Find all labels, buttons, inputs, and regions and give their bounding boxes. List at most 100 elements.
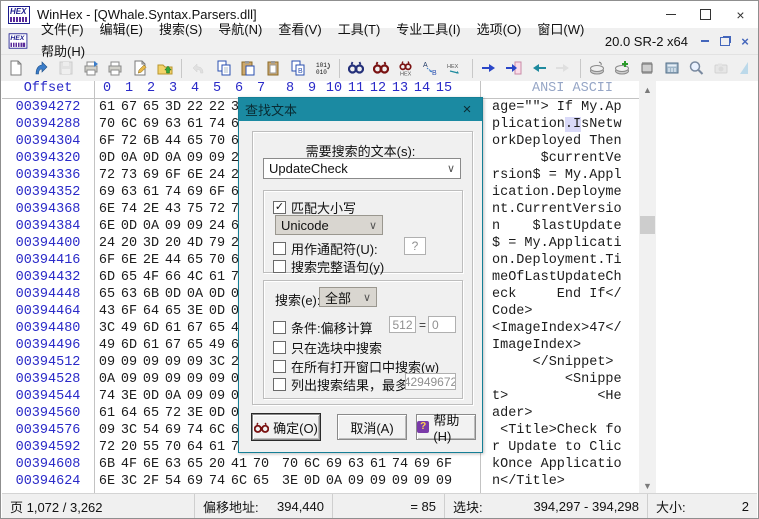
hex-byte[interactable]: 6E: [96, 473, 118, 490]
hex-byte[interactable]: 24: [96, 235, 118, 252]
hex-byte[interactable]: 65: [118, 269, 140, 286]
hex-byte[interactable]: 74: [184, 422, 206, 439]
hex-byte[interactable]: 09: [162, 371, 184, 388]
goto-page-icon[interactable]: [502, 56, 527, 81]
hex-ascii-text[interactable]: <Snippe: [492, 371, 622, 388]
maximize-button[interactable]: [688, 1, 723, 28]
vertical-scrollbar[interactable]: ▲ ▼: [639, 81, 656, 494]
backup-icon[interactable]: [153, 56, 178, 81]
hex-byte[interactable]: 09: [206, 388, 228, 405]
clone-disk-icon[interactable]: [610, 56, 635, 81]
hex-byte[interactable]: 79: [206, 235, 228, 252]
hex-byte[interactable]: 69: [140, 167, 162, 184]
hex-byte[interactable]: 6D: [118, 337, 140, 354]
hex-byte[interactable]: 44: [162, 252, 184, 269]
hex-byte[interactable]: 6D: [96, 269, 118, 286]
hex-byte[interactable]: 75: [184, 201, 206, 218]
binary-icon[interactable]: 101010: [310, 56, 335, 81]
ok-button[interactable]: 确定(O): [252, 414, 320, 440]
hex-byte[interactable]: 69: [184, 473, 206, 490]
hex-byte[interactable]: 6F: [96, 252, 118, 269]
hex-byte[interactable]: 3E: [184, 405, 206, 422]
hex-byte[interactable]: 63: [118, 184, 140, 201]
hex-ascii-text[interactable]: plication.IsNetw: [492, 116, 622, 133]
hex-ascii-text[interactable]: $currentVe: [492, 150, 622, 167]
hex-ascii-text[interactable]: kOnce Applicatio: [492, 456, 622, 473]
hex-byte[interactable]: 70: [250, 456, 272, 473]
hex-byte[interactable]: 63: [162, 116, 184, 133]
hex-ascii-text[interactable]: eck End If</: [492, 286, 622, 303]
hex-byte[interactable]: 0D: [118, 218, 140, 235]
hex-byte[interactable]: 6F: [206, 184, 228, 201]
hex-byte[interactable]: 73: [118, 167, 140, 184]
hex-byte[interactable]: 6F: [162, 167, 184, 184]
checkbox-unchecked-icon[interactable]: [273, 378, 286, 391]
hex-byte[interactable]: 69: [323, 456, 345, 473]
hex-byte[interactable]: 0A: [323, 473, 345, 490]
find-hex-icon[interactable]: HEX: [393, 56, 418, 81]
hex-byte[interactable]: 72: [118, 133, 140, 150]
hex-byte[interactable]: 0D: [301, 473, 323, 490]
hex-byte[interactable]: 55: [140, 439, 162, 456]
hex-byte[interactable]: 63: [118, 286, 140, 303]
hex-ascii-text[interactable]: n</Title>: [492, 473, 622, 490]
hex-byte[interactable]: 6C: [228, 473, 250, 490]
hex-byte[interactable]: 61: [367, 456, 389, 473]
hex-byte[interactable]: 54: [162, 473, 184, 490]
hex-byte[interactable]: 65: [250, 473, 272, 490]
hex-ascii-text[interactable]: <ImageIndex>47</: [492, 320, 622, 337]
hex-byte[interactable]: 6E: [184, 167, 206, 184]
hex-ascii-text[interactable]: ImageIndex>: [492, 337, 622, 354]
hex-byte[interactable]: 6E: [118, 252, 140, 269]
hex-byte[interactable]: 24: [206, 218, 228, 235]
checkbox-unchecked-icon[interactable]: [273, 260, 286, 273]
hex-byte[interactable]: 3D: [162, 99, 184, 116]
hex-byte[interactable]: 0A: [118, 150, 140, 167]
hex-byte[interactable]: 09: [389, 473, 411, 490]
hex-byte[interactable]: 6C: [118, 116, 140, 133]
menu-item[interactable]: 工具(T): [330, 22, 389, 37]
replace-hex-icon[interactable]: HEX: [443, 56, 468, 81]
hex-byte[interactable]: 69: [184, 184, 206, 201]
hex-byte[interactable]: 61: [96, 99, 118, 116]
hex-byte[interactable]: 67: [184, 320, 206, 337]
hex-byte[interactable]: 3D: [140, 235, 162, 252]
checkbox-checked-icon[interactable]: ✓: [273, 201, 286, 214]
menu-item[interactable]: 导航(N): [210, 22, 270, 37]
hex-byte[interactable]: 64: [140, 303, 162, 320]
ram-editor-icon[interactable]: [634, 56, 659, 81]
magnifier-icon[interactable]: [684, 56, 709, 81]
hex-byte[interactable]: 41: [228, 456, 250, 473]
hex-byte[interactable]: 69: [140, 116, 162, 133]
hex-byte[interactable]: 70: [206, 252, 228, 269]
hex-ascii-text[interactable]: t> <He: [492, 388, 622, 405]
hex-byte[interactable]: 0D: [140, 150, 162, 167]
hex-byte[interactable]: 0D: [206, 405, 228, 422]
hex-ascii-text[interactable]: ication.Deployme: [492, 184, 622, 201]
hex-byte[interactable]: 49: [206, 337, 228, 354]
hex-byte[interactable]: 44: [162, 133, 184, 150]
calculator-icon[interactable]: [659, 56, 684, 81]
hex-byte[interactable]: 65: [184, 337, 206, 354]
hex-byte[interactable]: 54: [140, 422, 162, 439]
wildcard-checkbox[interactable]: 用作通配符(U):: [273, 239, 378, 258]
hex-byte[interactable]: 74: [118, 201, 140, 218]
hex-byte[interactable]: 3C: [118, 422, 140, 439]
hex-byte[interactable]: 61: [162, 320, 184, 337]
menu-item[interactable]: 选项(O): [469, 22, 530, 37]
hex-byte[interactable]: 6B: [140, 286, 162, 303]
menu-item[interactable]: 专业工具(I): [388, 22, 468, 37]
new-file-icon[interactable]: [4, 56, 29, 81]
hex-byte[interactable]: 72: [96, 167, 118, 184]
hex-byte[interactable]: 4C: [184, 269, 206, 286]
checkbox-unchecked-icon[interactable]: [273, 242, 286, 255]
hex-ascii-text[interactable]: </Snippet>: [492, 354, 622, 371]
hex-byte[interactable]: 0D: [140, 388, 162, 405]
hex-byte[interactable]: 09: [184, 371, 206, 388]
hex-byte[interactable]: 0D: [206, 303, 228, 320]
menu-item[interactable]: 查看(V): [270, 22, 329, 37]
hex-byte[interactable]: 6F: [433, 456, 455, 473]
hex-ascii-text[interactable]: Code>: [492, 303, 622, 320]
find-text-icon[interactable]: [344, 56, 369, 81]
hex-ascii-text[interactable]: r Update to Clic: [492, 439, 622, 456]
